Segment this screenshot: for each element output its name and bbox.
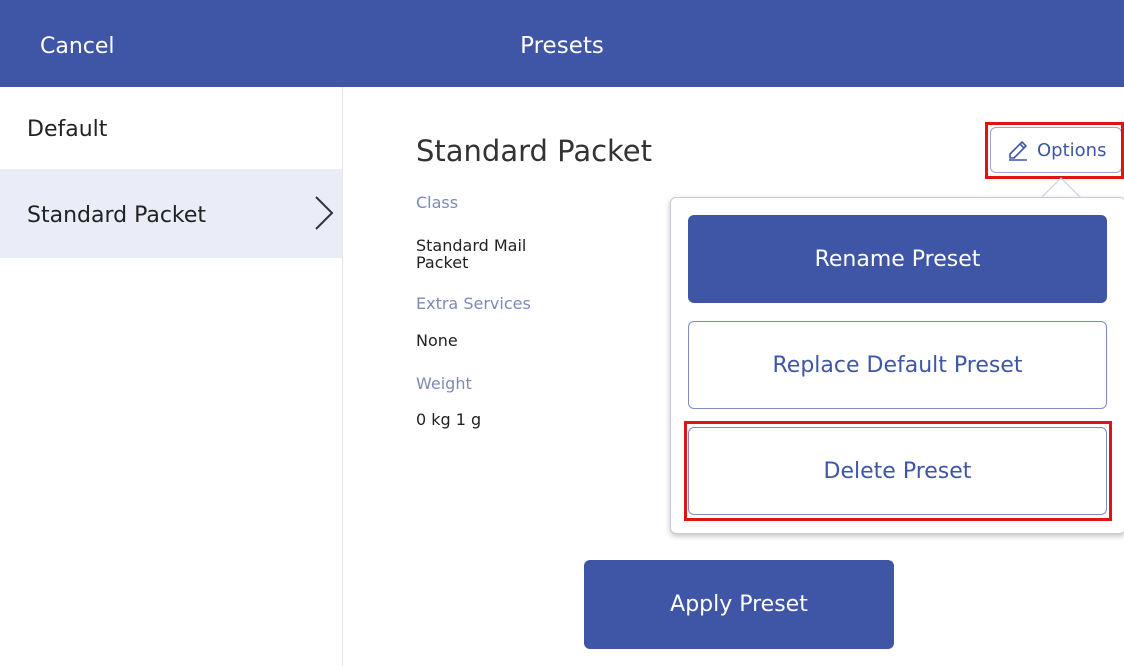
delete-preset-button[interactable]: Delete Preset [688,427,1107,515]
pencil-icon [1009,141,1027,161]
apply-preset-button[interactable]: Apply Preset [584,560,894,649]
sidebar-item-label: Standard Packet [27,203,207,228]
extra-services-label: Extra Services [416,294,531,313]
rename-preset-button[interactable]: Rename Preset [688,215,1107,303]
sidebar-item-standard-packet[interactable]: Standard Packet [0,169,342,258]
page-title: Presets [520,33,604,59]
popup-pointer [1041,177,1081,198]
options-label: Options [1037,139,1107,161]
options-button[interactable]: Options [990,127,1122,173]
preset-title: Standard Packet [416,134,653,168]
weight-value: 0 kg 1 g [416,410,482,429]
weight-label: Weight [416,374,472,393]
replace-default-preset-button[interactable]: Replace Default Preset [688,321,1107,409]
class-value-line1: Standard Mail [416,236,527,255]
preset-sidebar: Default Standard Packet [0,87,343,666]
chevron-right-icon [315,196,334,230]
header-bar: Cancel Presets [0,0,1124,87]
sidebar-item-default[interactable]: Default [0,87,342,169]
class-label: Class [416,193,459,212]
sidebar-item-label: Default [27,117,108,142]
extra-services-value: None [416,331,458,350]
class-value-line2: Packet [416,253,469,272]
